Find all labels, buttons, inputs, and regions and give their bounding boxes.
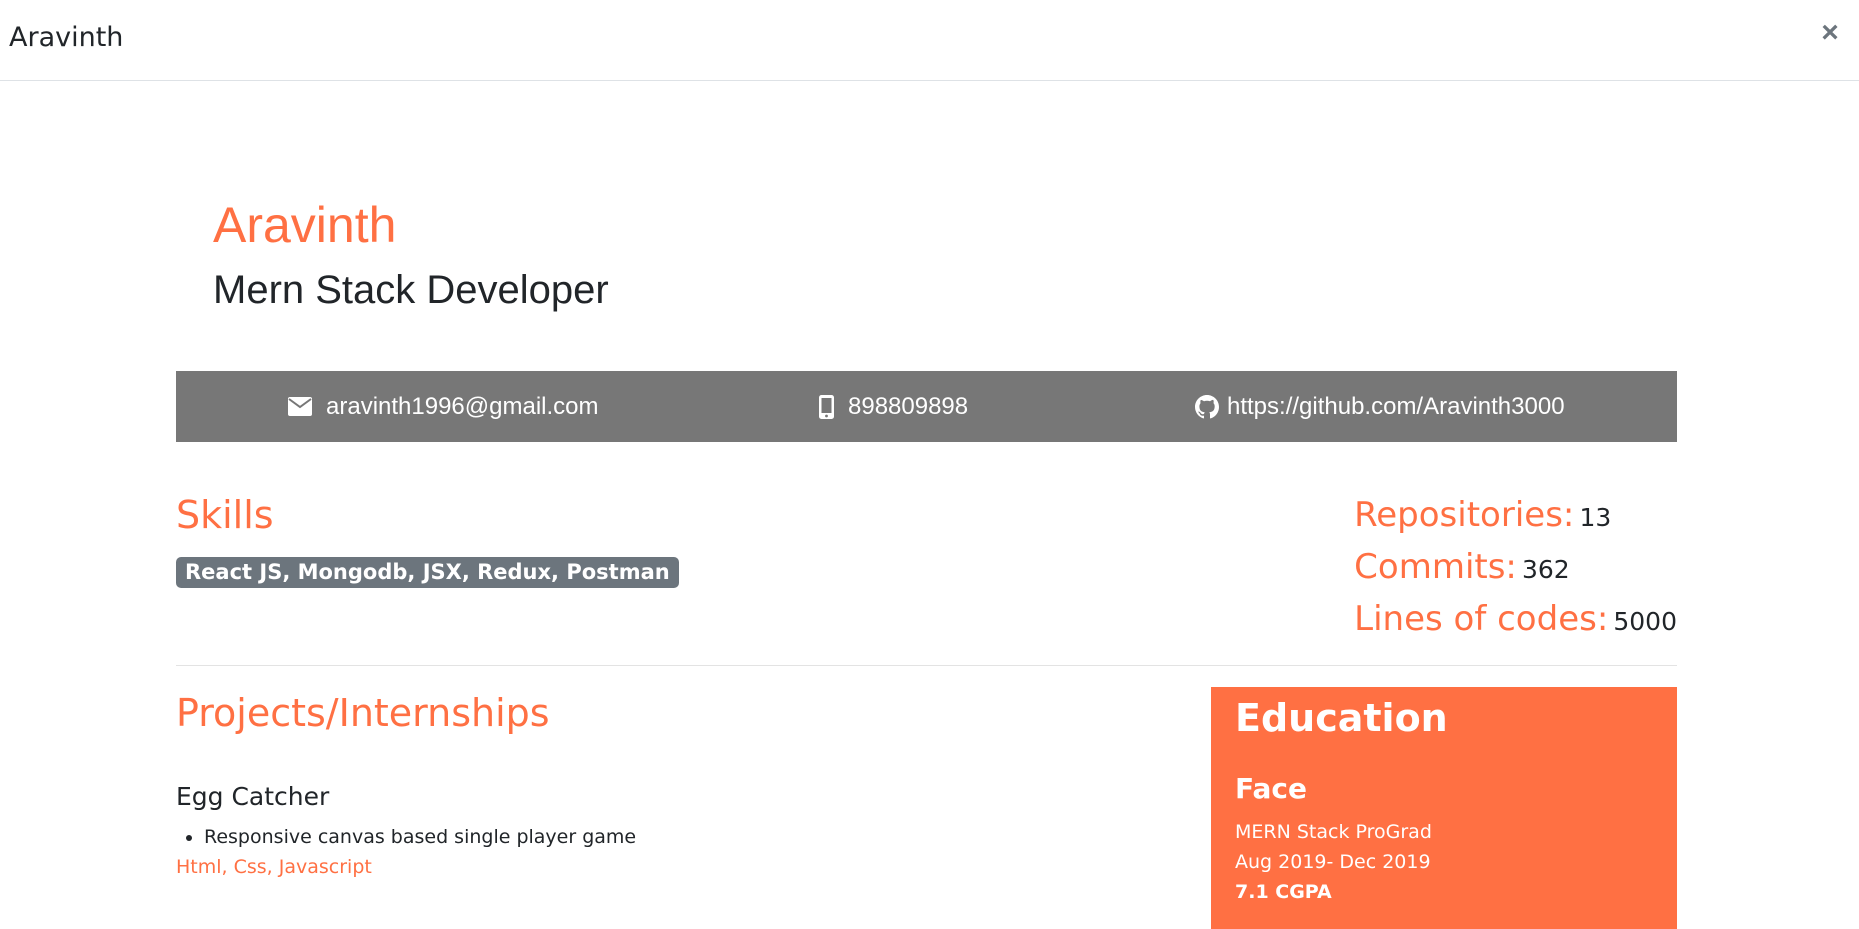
skills-title: Skills: [176, 493, 274, 537]
close-button[interactable]: ×: [1815, 16, 1845, 50]
email-link[interactable]: aravinth1996@gmail.com: [288, 371, 599, 442]
stat-label: Repositories:: [1354, 495, 1575, 535]
github-text: https://github.com/Aravinth3000: [1227, 392, 1565, 420]
skills-badge: React JS, Mongodb, JSX, Redux, Postman: [176, 557, 679, 588]
stat-value: 362: [1521, 555, 1570, 584]
stat-lines-of-code: Lines of codes: 5000: [1354, 593, 1677, 645]
education-card: Education Face MERN Stack ProGrad Aug 20…: [1211, 687, 1677, 929]
project-bullet: Responsive canvas based single player ga…: [204, 822, 636, 852]
stat-repositories: Repositories: 13: [1354, 489, 1677, 541]
stat-commits: Commits: 362: [1354, 541, 1677, 593]
education-dates: Aug 2019- Dec 2019: [1235, 851, 1431, 873]
education-program: MERN Stack ProGrad: [1235, 821, 1432, 843]
profile-name: Aravinth: [213, 197, 397, 253]
github-stats: Repositories: 13 Commits: 362 Lines of c…: [1354, 489, 1677, 645]
contact-bar: aravinth1996@gmail.com 898809898 https:/…: [176, 371, 1677, 442]
education-title: Education: [1235, 696, 1448, 740]
project-bullets: Responsive canvas based single player ga…: [176, 822, 636, 852]
github-icon: [1195, 394, 1219, 419]
section-divider: [176, 665, 1677, 666]
modal-header: Aravinth ×: [0, 0, 1859, 81]
envelope-icon: [288, 397, 312, 416]
mobile-phone-icon: [819, 394, 834, 419]
modal-title: Aravinth: [9, 22, 124, 53]
stat-label: Lines of codes:: [1354, 599, 1609, 639]
stat-label: Commits:: [1354, 547, 1517, 587]
email-text: aravinth1996@gmail.com: [326, 392, 599, 420]
phone-link[interactable]: 898809898: [819, 371, 968, 442]
stat-value: 5000: [1613, 607, 1677, 636]
stat-value: 13: [1579, 503, 1612, 532]
github-link[interactable]: https://github.com/Aravinth3000: [1195, 371, 1565, 442]
profile-role: Mern Stack Developer: [213, 268, 609, 312]
education-school: Face: [1235, 772, 1307, 805]
phone-text: 898809898: [848, 392, 969, 420]
project-name: Egg Catcher: [176, 782, 330, 811]
education-grade: 7.1 CGPA: [1235, 881, 1332, 903]
project-tech-link[interactable]: Html, Css, Javascript: [176, 852, 372, 882]
projects-title: Projects/Internships: [176, 691, 550, 735]
